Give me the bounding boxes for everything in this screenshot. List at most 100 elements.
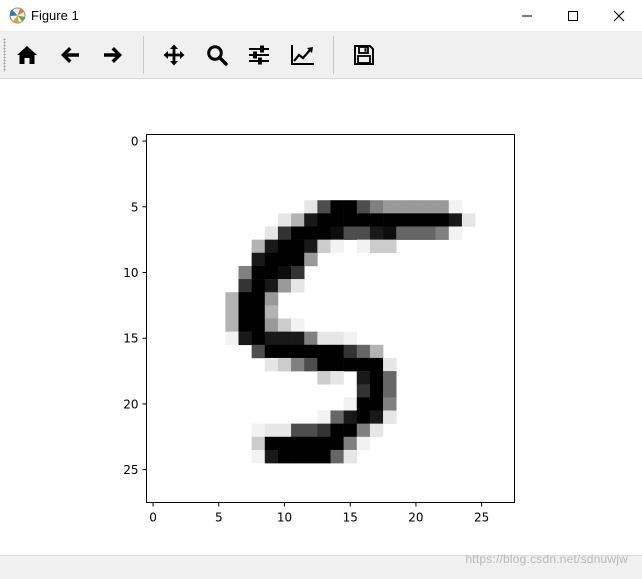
image-pixel — [304, 423, 318, 438]
image-pixel — [251, 436, 266, 451]
image-pixel — [304, 200, 318, 214]
image-pixel — [317, 371, 331, 385]
image-pixel — [264, 423, 279, 438]
image-pixel — [330, 410, 344, 424]
home-button[interactable] — [11, 39, 43, 71]
image-pixel — [238, 318, 252, 332]
minimize-button[interactable] — [504, 0, 550, 31]
image-pixel — [264, 436, 279, 451]
pan-button[interactable] — [158, 39, 190, 71]
image-pixel — [317, 213, 331, 227]
image-pixel — [264, 239, 279, 254]
image-pixel — [251, 423, 266, 438]
image-pixel — [369, 423, 384, 438]
image-pixel — [317, 423, 331, 438]
image-pixel — [448, 213, 463, 227]
image-pixel — [409, 226, 423, 240]
close-button[interactable] — [596, 0, 642, 31]
image-pixel — [291, 318, 305, 332]
toolbar-separator — [143, 36, 144, 74]
sliders-icon — [249, 45, 269, 65]
image-pixel — [238, 292, 252, 306]
image-pixel — [277, 279, 292, 293]
image-pixel — [343, 397, 358, 411]
image-pixel — [383, 239, 397, 254]
floppy-disk-icon — [354, 45, 374, 65]
image-pixel — [264, 318, 279, 332]
watermark-text: https://blog.csdn.net/sdnuwjw — [465, 552, 628, 566]
image-pixel — [264, 449, 279, 464]
image-pixel — [238, 279, 252, 293]
line-chart-icon — [291, 45, 314, 65]
image-pixel — [330, 357, 344, 372]
image-pixel — [383, 384, 397, 398]
image-pixel — [435, 213, 450, 227]
image-pixel — [448, 226, 463, 240]
forward-button[interactable] — [97, 39, 129, 71]
image-pixel — [277, 213, 292, 227]
maximize-button[interactable] — [550, 0, 596, 31]
image-pixel — [356, 344, 371, 359]
image-pixel — [369, 371, 384, 385]
image-pixel — [304, 213, 318, 227]
x-tick-label: 15 — [343, 511, 358, 525]
image-pixel — [396, 200, 410, 214]
y-tick-label: 10 — [123, 266, 138, 280]
image-pixel — [448, 200, 463, 214]
y-axis: 0 5 10 15 20 25 — [123, 135, 147, 477]
image-pixel — [304, 252, 318, 267]
image-pixel — [409, 213, 423, 227]
image-pixel — [461, 213, 476, 227]
image-pixel — [304, 344, 318, 359]
image-pixel — [291, 226, 305, 240]
image-pixel — [291, 423, 305, 438]
image-pixel — [225, 305, 239, 319]
image-pixel — [317, 239, 331, 254]
image-pixel — [369, 226, 384, 240]
image-pixel — [238, 265, 252, 280]
image-pixel — [277, 344, 292, 359]
image-pixel — [238, 305, 252, 319]
toolbar-grip[interactable] — [3, 38, 6, 72]
x-tick-label: 10 — [277, 511, 292, 525]
figure-canvas[interactable]: 0 5 10 15 20 25 0 5 10 15 20 25 — [0, 79, 642, 555]
image-pixel — [291, 265, 305, 280]
image-pixel — [369, 357, 384, 372]
y-tick-label: 5 — [131, 200, 139, 214]
image-pixel — [251, 305, 266, 319]
image-pixel — [383, 410, 397, 424]
image-pixel — [317, 344, 331, 359]
image-pixel — [317, 226, 331, 240]
image-pixel — [343, 200, 358, 214]
image-pixel — [383, 371, 397, 385]
image-pixel — [369, 410, 384, 424]
image-pixel — [277, 226, 292, 240]
image-pixel — [356, 213, 371, 227]
image-pixel — [369, 239, 384, 254]
image-pixel — [291, 331, 305, 346]
image-pixel — [291, 252, 305, 267]
configure-subplots-button[interactable] — [243, 39, 275, 71]
image-pixel — [343, 423, 358, 438]
image-pixel — [277, 449, 292, 464]
image-pixel — [422, 200, 436, 214]
image-pixel — [264, 331, 279, 346]
image-pixel — [291, 344, 305, 359]
image-pixel — [356, 436, 371, 451]
image-pixel — [356, 384, 371, 398]
arrow-right-icon — [104, 47, 122, 63]
image-pixel — [277, 252, 292, 267]
mnist-digit-image[interactable]: 0 5 10 15 20 25 0 5 10 15 20 25 — [0, 79, 642, 555]
save-button[interactable] — [348, 39, 380, 71]
zoom-button[interactable] — [201, 39, 233, 71]
edit-axis-button[interactable] — [286, 39, 318, 71]
image-pixel — [264, 252, 279, 267]
back-button[interactable] — [54, 39, 86, 71]
image-pixel — [369, 213, 384, 227]
image-pixel — [343, 331, 358, 346]
image-pixel — [277, 436, 292, 451]
image-pixel — [264, 292, 279, 306]
image-pixel — [330, 239, 344, 254]
image-pixel — [251, 449, 266, 464]
image-pixel — [356, 423, 371, 438]
